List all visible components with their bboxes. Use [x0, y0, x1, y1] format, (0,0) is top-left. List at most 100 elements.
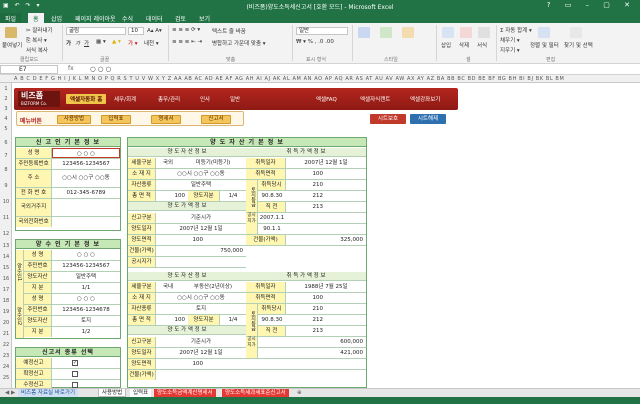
bold-button[interactable]: 가	[66, 39, 71, 47]
tab-view[interactable]: 보기	[194, 13, 215, 23]
nav-tax-accounting[interactable]: 세무/회계	[110, 94, 140, 104]
row-number[interactable]: 21	[0, 331, 12, 337]
find-select-button[interactable]: 찾기 및 선택	[564, 41, 593, 49]
tab-home[interactable]: 홈	[28, 13, 44, 23]
row-number[interactable]: 9	[0, 183, 12, 189]
sheet-tab-return[interactable]: 양도소득세과세표준신고서	[222, 389, 289, 397]
row-number[interactable]: 6	[0, 140, 12, 146]
row-number[interactable]: 15	[0, 265, 12, 271]
window-controls[interactable]: ? ▭ – ▢ ✕	[547, 1, 636, 9]
row-number[interactable]: 11	[0, 215, 12, 221]
table-format-icon[interactable]	[380, 27, 392, 38]
align-top-icons[interactable]: ≡ ≡ ≡ ⟳ ▾	[172, 27, 200, 33]
row-number[interactable]: 14	[0, 254, 12, 260]
formula-input[interactable]: ○ ○ ○	[90, 65, 111, 73]
row-number[interactable]: 7	[0, 153, 12, 159]
format-painter-button[interactable]: 서식 복사	[26, 46, 48, 54]
fx-icon[interactable]: fx	[68, 65, 74, 72]
format-cells-button[interactable]: 서식	[477, 41, 487, 49]
checkbox-final[interactable]	[72, 370, 78, 377]
checkbox-amended[interactable]	[72, 381, 78, 388]
menu-button-howto[interactable]: 사용방법	[57, 115, 91, 124]
font-size-box[interactable]: 10	[128, 27, 144, 35]
clear-button[interactable]: 지우기 ▾	[500, 46, 520, 54]
row-number[interactable]: 24	[0, 364, 12, 370]
sort-filter-button[interactable]: 정렬 및 필터	[530, 41, 559, 49]
row-number[interactable]: 10	[0, 199, 12, 205]
font-grow-button[interactable]: A▴ A▾	[147, 28, 162, 34]
row-number[interactable]: 13	[0, 243, 12, 249]
conditional-format-icon[interactable]	[358, 27, 370, 38]
nav-general[interactable]: 일반	[226, 94, 244, 104]
menu-button-input[interactable]: 입력표	[101, 115, 131, 124]
sheet-tab-input[interactable]: 입력표	[130, 389, 152, 397]
tab-file[interactable]: 파일	[0, 13, 22, 23]
protect-sheet-button[interactable]: 시트보호	[370, 114, 406, 124]
merge-center-button[interactable]: 병합하고 가운데 맞춤 ▾	[212, 39, 266, 47]
underline-button[interactable]: 가	[84, 39, 89, 47]
reporter-name-cell[interactable]: ○ ○ ○	[52, 148, 120, 158]
autosum-button[interactable]: Σ 자동 합계 ▾	[500, 26, 532, 34]
row-number[interactable]: 8	[0, 167, 12, 173]
tab-data[interactable]: 데이터	[141, 13, 168, 23]
row-number[interactable]: 19	[0, 309, 12, 315]
nav-excel-home[interactable]: 엑셀자동화 홈	[66, 94, 107, 104]
row-number[interactable]: 2	[0, 96, 12, 102]
name-box[interactable]: E7	[0, 65, 58, 74]
tab-insert[interactable]: 삽입	[46, 13, 67, 23]
column-headers[interactable]: A B C D E F G H I J K L M N O P Q R S T …	[0, 75, 640, 83]
sheet-nav-arrows[interactable]: ◀ ▶	[2, 389, 18, 397]
menu-button-return[interactable]: 신고서	[201, 115, 231, 124]
sheet-tab-bizform[interactable]: 비즈폼 자료실 바로가기	[18, 389, 79, 397]
paste-icon[interactable]	[5, 27, 17, 38]
delete-cells-button[interactable]: 삭제	[459, 41, 469, 49]
tab-review[interactable]: 검토	[170, 13, 191, 23]
row-number[interactable]: 3	[0, 106, 12, 112]
sheet-tab-statement[interactable]: 양도소득금액계산명세서	[154, 389, 216, 397]
cell-styles-icon[interactable]	[402, 27, 414, 38]
cut-button[interactable]: ✂ 잘라내기	[26, 26, 53, 34]
sheet-tab-howto[interactable]: 사용방법	[98, 389, 127, 397]
nav-excel-faq[interactable]: 엑셀FAQ	[316, 95, 337, 103]
tab-formulas[interactable]: 수식	[117, 13, 138, 23]
row-number[interactable]: 1	[0, 86, 12, 92]
wrap-text-button[interactable]: 텍스트 줄 바꿈	[212, 27, 246, 35]
row-number[interactable]: 17	[0, 287, 12, 293]
fill-color-button[interactable]: ▲ ▾	[112, 39, 121, 45]
unprotect-sheet-button[interactable]: 시트해제	[410, 114, 446, 124]
row-number[interactable]: 20	[0, 320, 12, 326]
add-sheet-button[interactable]: ⊕	[294, 389, 305, 397]
nav-excel-tips[interactable]: 엑셀자식캔트	[360, 95, 390, 103]
row-number[interactable]: 18	[0, 298, 12, 304]
phonetic-button[interactable]: 내천 ▾	[144, 39, 159, 47]
paste-button[interactable]: 붙여넣기	[2, 41, 22, 49]
font-color-button[interactable]: 가 ▾	[128, 39, 138, 47]
row-number[interactable]: 4	[0, 116, 12, 122]
column-letters[interactable]: A B C D E F G H I J K L M N O P Q R S T …	[14, 76, 564, 82]
border-button[interactable]: ▦ ▾	[96, 39, 106, 45]
number-format-icons[interactable]: ₩ ▾ % , .0 .00	[296, 39, 334, 45]
copy-button[interactable]: ⎘ 복사 ▾	[26, 36, 47, 45]
checkbox-preliminary[interactable]: ✓	[72, 359, 78, 366]
italic-button[interactable]: 가	[75, 39, 80, 47]
menu-button-statement[interactable]: 명세서	[151, 115, 181, 124]
row-headers[interactable]: 1 2 3 4 5 6 7 8 9 10 11 12 13 14 15 16 1…	[0, 83, 12, 388]
delete-cells-icon[interactable]	[460, 27, 472, 38]
nav-general-affairs[interactable]: 총무/관리	[154, 94, 184, 104]
row-number[interactable]: 16	[0, 276, 12, 282]
worksheet[interactable]: 비즈폼 BIZFORM Co. 엑셀자동화 홈 세무/회계 총무/관리 인사 일반…	[12, 83, 640, 388]
sort-filter-icon[interactable]	[538, 27, 550, 38]
format-cells-icon[interactable]	[478, 27, 490, 38]
align-left-icons[interactable]: ≡ ≡ ≡ ⇤ ⇥	[172, 39, 202, 45]
row-number[interactable]: 12	[0, 231, 12, 237]
row-number[interactable]: 23	[0, 353, 12, 359]
row-number[interactable]: 25	[0, 375, 12, 381]
tab-page-layout[interactable]: 페이지 레이아웃	[70, 13, 121, 23]
number-format-box[interactable]: 일반	[296, 27, 348, 35]
row-number[interactable]: 5	[0, 126, 12, 132]
insert-cells-button[interactable]: 삽입	[441, 41, 451, 49]
fill-button[interactable]: 채우기 ▾	[500, 36, 520, 44]
nav-hr[interactable]: 인사	[196, 94, 214, 104]
row-number[interactable]: 22	[0, 342, 12, 348]
font-name-box[interactable]: 굴림	[66, 27, 126, 35]
